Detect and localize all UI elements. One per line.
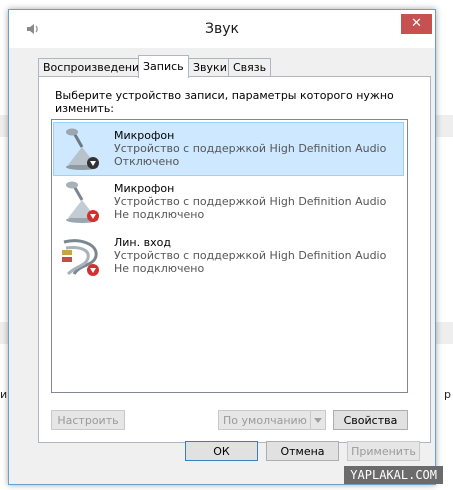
microphone-icon: [66, 128, 99, 170]
device-name: Лин. вход: [114, 236, 171, 249]
sound-dialog: Звук ✕ Воспроизведение Запись Звуки Связ…: [8, 9, 436, 485]
device-status: Отключено: [114, 155, 180, 168]
device-description: Устройство с поддержкой High Definition …: [114, 142, 387, 155]
device-name: Микрофон: [114, 182, 175, 195]
line-in-cable-icon: [62, 239, 99, 276]
apply-button[interactable]: Применить: [347, 441, 420, 461]
window-title: Звук: [205, 21, 239, 37]
instruction-text: Выберите устройство записи, параметры ко…: [55, 89, 394, 115]
device-description: Устройство с поддержкой High Definition …: [114, 195, 387, 208]
device-status: Не подключено: [114, 208, 205, 221]
chevron-down-icon[interactable]: [310, 411, 325, 429]
device-list-item[interactable]: Лин. вход Устройство с поддержкой High D…: [54, 230, 403, 282]
watermark: YAPLAKAL.COM: [344, 466, 443, 484]
properties-button[interactable]: Свойства: [333, 410, 408, 430]
set-default-label: По умолчанию: [223, 414, 307, 427]
close-button[interactable]: ✕: [401, 14, 432, 34]
microphone-icon: [66, 181, 99, 223]
recording-panel: Выберите устройство записи, параметры ко…: [38, 76, 431, 443]
background-text-right: р: [444, 388, 451, 401]
set-default-split-button[interactable]: По умолчанию: [218, 410, 326, 430]
cancel-button[interactable]: Отмена: [266, 441, 339, 461]
recording-device-list[interactable]: Микрофон Устройство с поддержкой High De…: [51, 119, 408, 393]
device-name: Микрофон: [114, 129, 175, 142]
tab-communications[interactable]: Связь: [228, 58, 272, 77]
tab-playback[interactable]: Воспроизведение: [38, 58, 151, 77]
configure-button[interactable]: Настроить: [51, 410, 125, 430]
ok-button[interactable]: ОК: [185, 441, 258, 461]
tab-sounds[interactable]: Звуки: [188, 58, 232, 77]
close-icon: ✕: [411, 16, 422, 31]
tab-recording[interactable]: Запись: [138, 55, 189, 78]
device-list-item[interactable]: Микрофон Устройство с поддержкой High De…: [54, 176, 403, 228]
device-list-item[interactable]: Микрофон Устройство с поддержкой High De…: [53, 122, 404, 176]
device-description: Устройство с поддержкой High Definition …: [114, 249, 387, 262]
device-status: Не подключено: [114, 262, 205, 275]
title-bar[interactable]: Звук ✕: [9, 10, 435, 48]
